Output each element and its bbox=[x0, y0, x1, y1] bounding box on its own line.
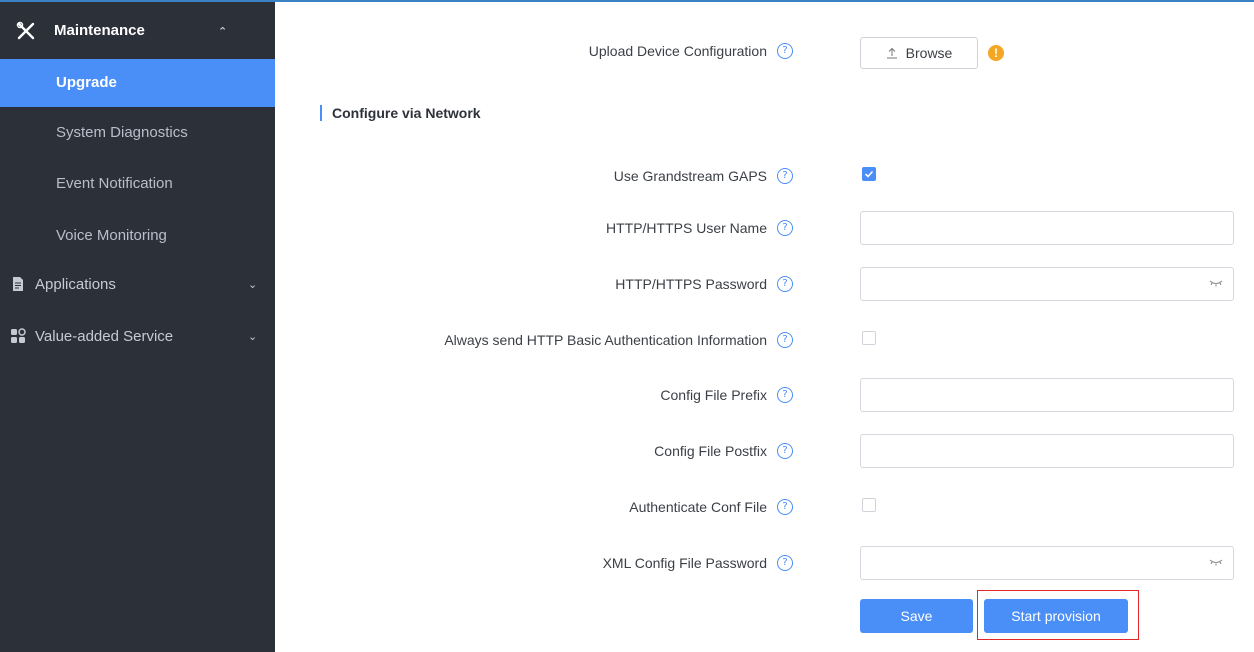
sidebar-item-label: Value-added Service bbox=[35, 328, 174, 345]
username-row: HTTP/HTTPS User Name ? bbox=[287, 209, 1254, 249]
warning-icon[interactable]: ! bbox=[988, 45, 1004, 61]
xml-password-label: XML Config File Password bbox=[602, 555, 767, 571]
browse-button-label: Browse bbox=[905, 45, 953, 61]
sidebar-item-label: Voice Monitoring bbox=[56, 227, 167, 244]
prefix-row: Config File Prefix ? bbox=[287, 376, 1254, 416]
grid-icon bbox=[11, 328, 26, 343]
auth-conf-checkbox[interactable] bbox=[862, 498, 876, 512]
xml-password-row: XML Config File Password ? bbox=[287, 544, 1254, 584]
prefix-label: Config File Prefix bbox=[660, 387, 767, 403]
help-icon[interactable]: ? bbox=[777, 276, 793, 292]
sidebar-item-label: Applications bbox=[35, 276, 116, 293]
browse-button[interactable]: Browse bbox=[860, 37, 978, 69]
password-input[interactable] bbox=[860, 267, 1234, 301]
upload-config-row: Upload Device Configuration ? bbox=[287, 32, 1254, 72]
password-row: HTTP/HTTPS Password ? bbox=[287, 265, 1254, 305]
start-provision-button[interactable]: Start provision bbox=[984, 599, 1128, 633]
help-icon[interactable]: ? bbox=[777, 443, 793, 459]
basic-auth-row: Always send HTTP Basic Authentication In… bbox=[287, 321, 1254, 361]
eye-closed-icon[interactable] bbox=[1209, 278, 1223, 288]
postfix-row: Config File Postfix ? bbox=[287, 432, 1254, 472]
upload-icon bbox=[886, 47, 897, 59]
upload-config-label: Upload Device Configuration bbox=[588, 43, 767, 59]
help-icon[interactable]: ? bbox=[777, 332, 793, 348]
gaps-row: Use Grandstream GAPS ? bbox=[287, 157, 1254, 197]
help-icon[interactable]: ? bbox=[777, 220, 793, 236]
sidebar-item-label: System Diagnostics bbox=[56, 124, 188, 141]
auth-conf-label: Authenticate Conf File bbox=[629, 499, 767, 515]
gaps-checkbox[interactable] bbox=[862, 167, 876, 181]
help-icon[interactable]: ? bbox=[777, 168, 793, 184]
sidebar-item-voice-monitoring[interactable]: Voice Monitoring bbox=[0, 212, 275, 260]
xml-password-input[interactable] bbox=[860, 546, 1234, 580]
save-button[interactable]: Save bbox=[860, 599, 973, 633]
postfix-input[interactable] bbox=[860, 434, 1234, 468]
section-title: Configure via Network bbox=[320, 105, 481, 121]
sidebar-section-maintenance[interactable]: Maintenance ⌃ bbox=[0, 11, 275, 51]
document-icon bbox=[13, 277, 23, 291]
basic-auth-checkbox[interactable] bbox=[862, 331, 876, 345]
postfix-label: Config File Postfix bbox=[654, 443, 767, 459]
help-icon[interactable]: ? bbox=[777, 499, 793, 515]
sidebar-item-system-diagnostics[interactable]: System Diagnostics bbox=[0, 109, 275, 157]
sidebar: Maintenance ⌃ Upgrade System Diagnostics… bbox=[0, 2, 275, 652]
sidebar-section-label: Maintenance bbox=[54, 22, 145, 39]
auth-conf-row: Authenticate Conf File ? bbox=[287, 488, 1254, 528]
chevron-down-icon: ⌄ bbox=[248, 331, 258, 343]
sidebar-item-label: Event Notification bbox=[56, 175, 173, 192]
sidebar-item-applications[interactable]: Applications ⌄ bbox=[0, 261, 275, 309]
gaps-label: Use Grandstream GAPS bbox=[613, 168, 767, 184]
chevron-down-icon: ⌄ bbox=[248, 279, 258, 291]
password-label: HTTP/HTTPS Password bbox=[615, 276, 767, 292]
help-icon[interactable]: ? bbox=[777, 43, 793, 59]
tools-icon bbox=[16, 21, 35, 40]
help-icon[interactable]: ? bbox=[777, 387, 793, 403]
sidebar-item-value-added-service[interactable]: Value-added Service ⌄ bbox=[0, 313, 275, 361]
username-label: HTTP/HTTPS User Name bbox=[605, 220, 767, 236]
basic-auth-label: Always send HTTP Basic Authentication In… bbox=[444, 332, 767, 348]
sidebar-item-upgrade[interactable]: Upgrade bbox=[0, 59, 275, 107]
sidebar-item-event-notification[interactable]: Event Notification bbox=[0, 160, 275, 208]
username-input[interactable] bbox=[860, 211, 1234, 245]
chevron-up-icon: ⌃ bbox=[218, 26, 228, 38]
sidebar-item-label: Upgrade bbox=[56, 74, 117, 91]
eye-closed-icon[interactable] bbox=[1209, 557, 1223, 567]
main-content: Upload Device Configuration ? Browse ! C… bbox=[287, 2, 1254, 652]
help-icon[interactable]: ? bbox=[777, 555, 793, 571]
check-icon bbox=[864, 170, 874, 178]
prefix-input[interactable] bbox=[860, 378, 1234, 412]
